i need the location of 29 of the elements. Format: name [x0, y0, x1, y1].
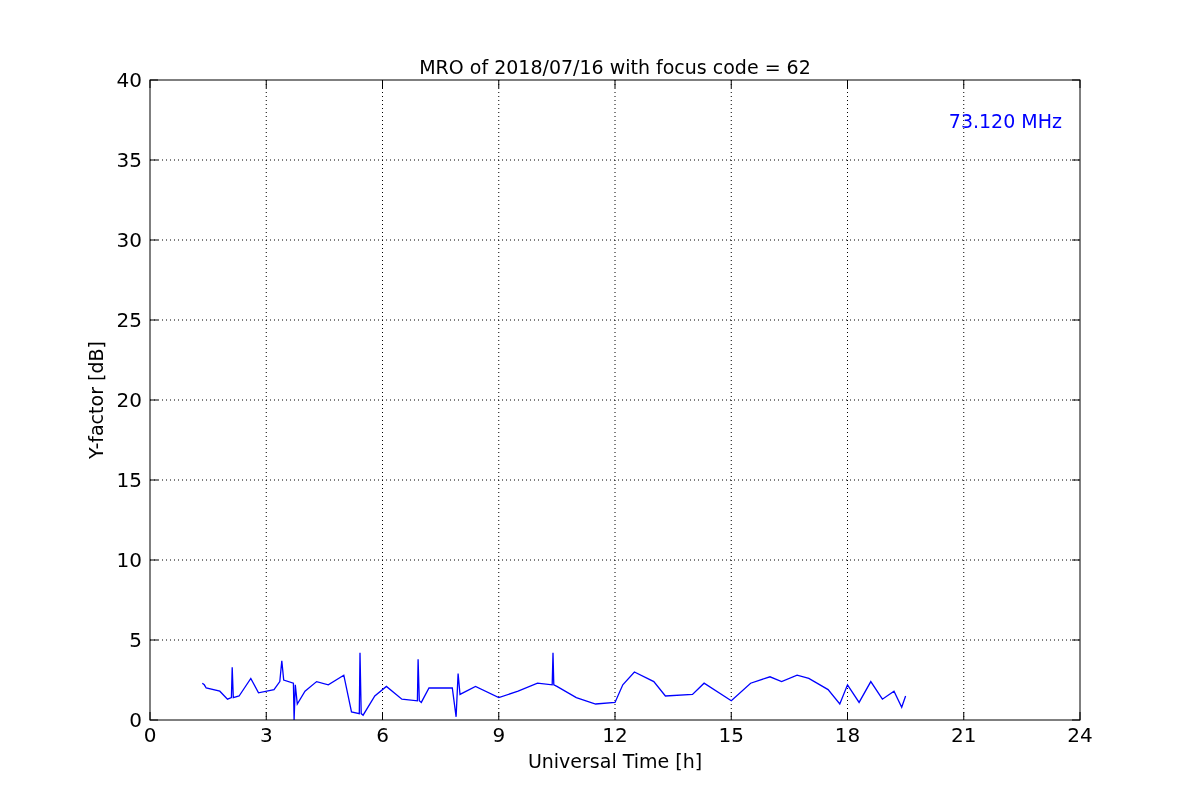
- tick-label: 3: [259, 723, 273, 747]
- tick-label: 18: [834, 723, 861, 747]
- chart-title: MRO of 2018/07/16 with focus code = 62: [419, 56, 811, 78]
- tick-label: 0: [143, 723, 157, 747]
- tick-label: 10: [116, 548, 142, 572]
- x-axis-label: Universal Time [h]: [527, 750, 703, 772]
- tick-label: 35: [116, 148, 142, 172]
- y-axis-label: Y-factor [dB]: [85, 341, 107, 459]
- tick-label: 21: [951, 723, 977, 747]
- tick-mark: [265, 711, 267, 721]
- tick-label: 0: [129, 708, 142, 732]
- tick-mark: [498, 711, 500, 721]
- tick-mark: [847, 711, 848, 721]
- annotation-label: 73.120 MHz: [948, 110, 1062, 132]
- tick-mark: [730, 711, 732, 721]
- tick-label: 25: [116, 308, 142, 332]
- tick-label: 24: [1067, 723, 1093, 747]
- tick-label: 15: [718, 723, 744, 747]
- tick-label: 15: [116, 468, 142, 492]
- tick-label: 12: [602, 723, 628, 747]
- tick-label: 20: [116, 388, 142, 412]
- tick-label: 5: [129, 628, 142, 652]
- tick-mark: [614, 711, 616, 721]
- tick-mark: [963, 711, 965, 721]
- tick-mark: [382, 711, 383, 721]
- tick-label: 30: [116, 228, 142, 252]
- tick-label: 40: [116, 68, 142, 92]
- tick-label: 6: [376, 723, 389, 747]
- tick-label: 9: [492, 723, 506, 747]
